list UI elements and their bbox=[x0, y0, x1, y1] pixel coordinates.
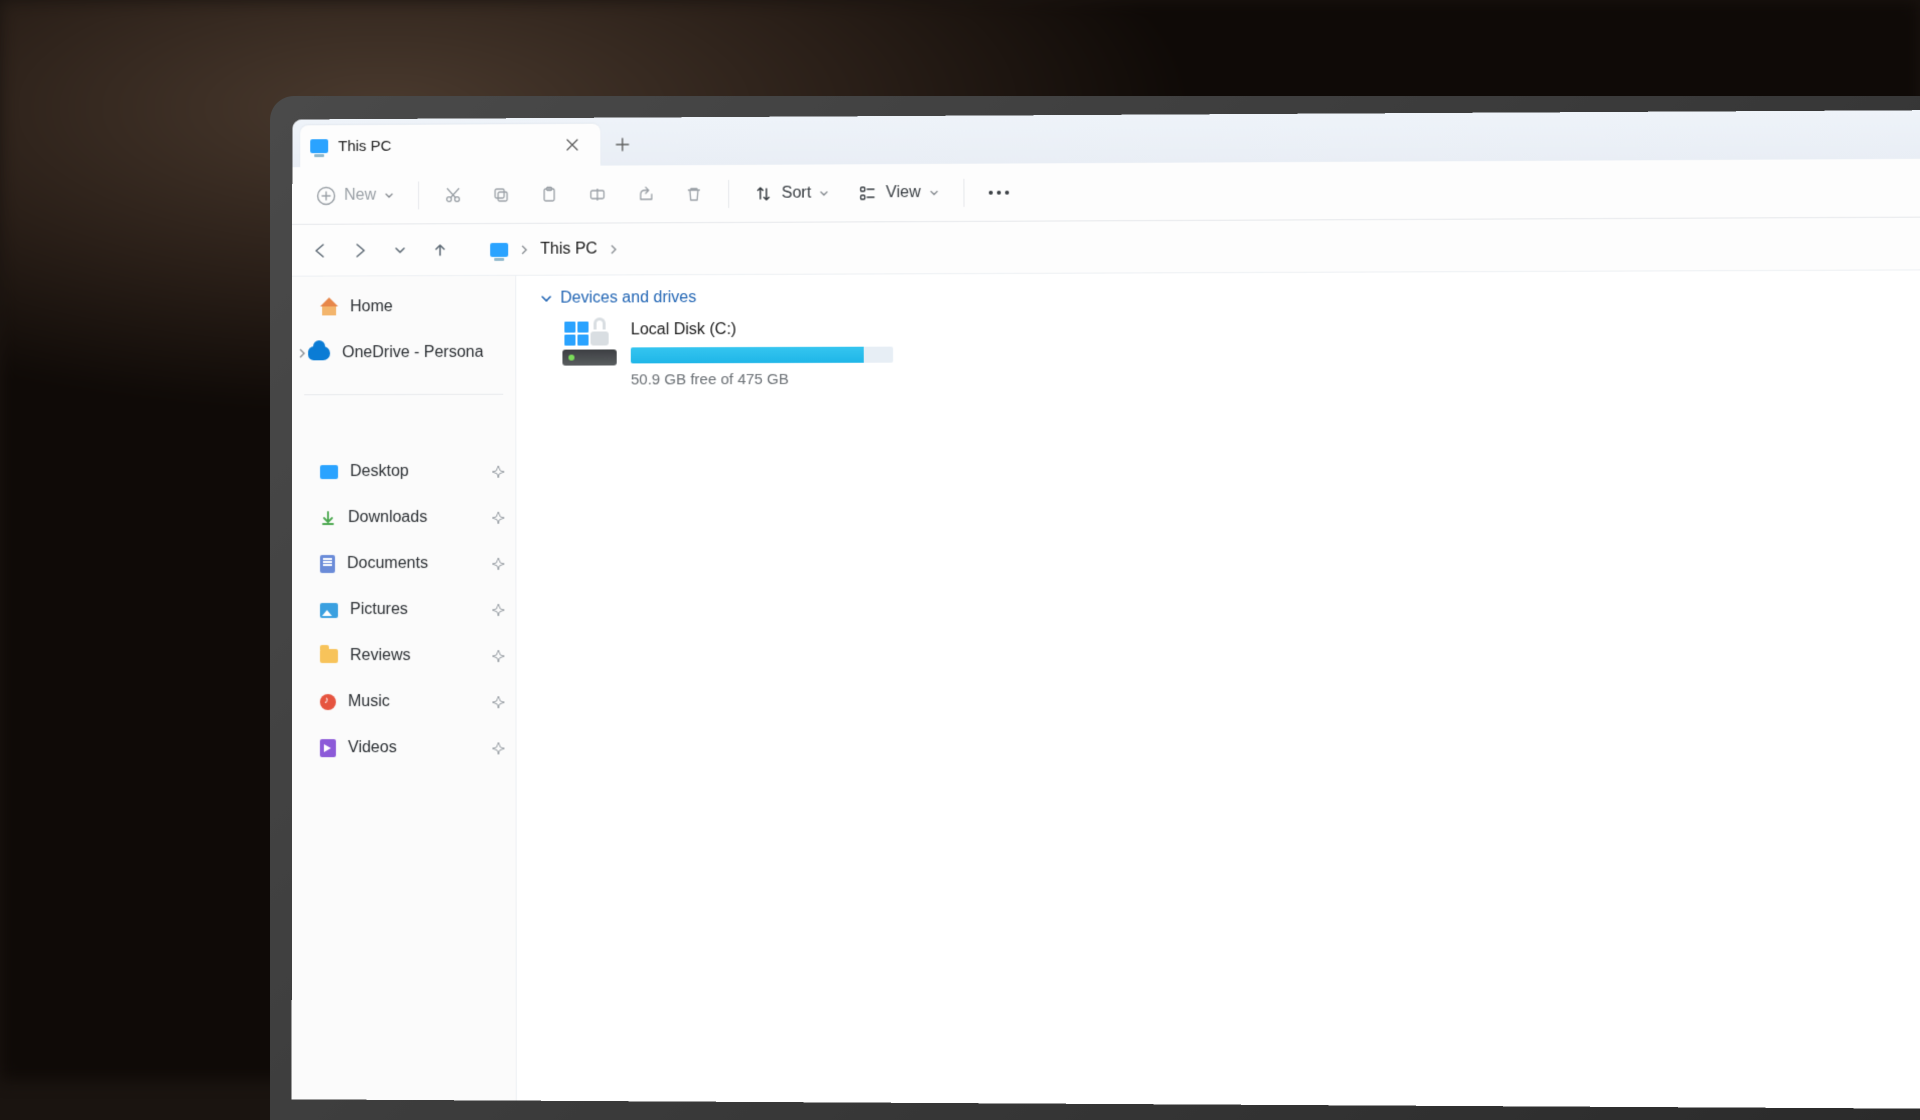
clipboard-icon bbox=[539, 184, 559, 204]
view-button[interactable]: View bbox=[847, 172, 949, 213]
tab-this-pc[interactable]: This PC bbox=[300, 124, 600, 167]
section-label: Devices and drives bbox=[560, 289, 696, 307]
content-pane[interactable]: Devices and drives Local Disk (C:) 50.9 … bbox=[516, 270, 1920, 1109]
sidebar-item-desktop[interactable]: Desktop bbox=[292, 449, 515, 495]
forward-button[interactable] bbox=[342, 232, 378, 268]
drive-name: Local Disk (C:) bbox=[631, 321, 893, 340]
folder-icon bbox=[320, 649, 338, 663]
pin-icon bbox=[491, 603, 505, 617]
breadcrumb-segment[interactable]: This PC bbox=[540, 240, 597, 258]
pc-icon bbox=[490, 242, 508, 256]
laptop-bezel: This PC New bbox=[270, 96, 1920, 1120]
paste-button[interactable] bbox=[529, 174, 569, 214]
sort-button[interactable]: Sort bbox=[743, 173, 839, 213]
sidebar-item-label: Home bbox=[350, 298, 393, 316]
recent-locations-button[interactable] bbox=[382, 232, 418, 268]
sidebar-item-label: Desktop bbox=[350, 463, 409, 481]
sidebar-item-documents[interactable]: Documents bbox=[292, 541, 515, 587]
back-button[interactable] bbox=[302, 232, 338, 268]
storage-bar-fill bbox=[631, 347, 864, 364]
cut-button[interactable] bbox=[433, 175, 473, 215]
rename-button[interactable] bbox=[577, 174, 617, 214]
home-icon bbox=[320, 299, 338, 315]
pc-icon bbox=[310, 139, 328, 153]
sidebar-item-label: Downloads bbox=[348, 509, 427, 527]
chevron-down-icon bbox=[540, 293, 552, 305]
toolbar: New bbox=[292, 159, 1920, 225]
tab-title: This PC bbox=[338, 136, 548, 154]
body: Home OneDrive - Persona Desktop bbox=[292, 270, 1920, 1109]
chevron-right-icon bbox=[520, 244, 528, 254]
pin-icon bbox=[491, 741, 505, 755]
sidebar-divider bbox=[304, 394, 503, 395]
sidebar-item-videos[interactable]: Videos bbox=[292, 725, 516, 771]
sidebar-item-label: OneDrive - Persona bbox=[342, 344, 483, 362]
sidebar-item-label: Music bbox=[348, 693, 390, 711]
separator bbox=[963, 178, 964, 206]
new-tab-button[interactable] bbox=[600, 123, 644, 165]
view-icon bbox=[858, 183, 878, 203]
video-icon bbox=[320, 739, 336, 757]
sidebar: Home OneDrive - Persona Desktop bbox=[292, 276, 517, 1101]
share-button[interactable] bbox=[626, 174, 666, 214]
share-icon bbox=[636, 184, 656, 204]
cloud-icon bbox=[308, 346, 330, 360]
sidebar-item-label: Videos bbox=[348, 739, 397, 757]
sidebar-item-label: Pictures bbox=[350, 601, 408, 619]
download-icon bbox=[320, 510, 336, 526]
section-header-devices[interactable]: Devices and drives bbox=[540, 280, 1920, 317]
new-button[interactable]: New bbox=[306, 175, 404, 215]
pictures-icon bbox=[320, 602, 338, 617]
separator bbox=[418, 181, 419, 209]
address-bar[interactable]: This PC bbox=[480, 224, 1920, 268]
drive-item-c[interactable]: Local Disk (C:) 50.9 GB free of 475 GB bbox=[540, 313, 1920, 389]
screen: This PC New bbox=[292, 110, 1920, 1109]
desktop-icon bbox=[320, 465, 338, 479]
sidebar-item-onedrive[interactable]: OneDrive - Persona bbox=[292, 330, 515, 377]
sidebar-item-home[interactable]: Home bbox=[292, 284, 515, 331]
plus-circle-icon bbox=[316, 185, 336, 205]
chevron-down-icon bbox=[929, 187, 939, 197]
delete-button[interactable] bbox=[674, 174, 714, 214]
tab-bar: This PC bbox=[292, 110, 1920, 167]
chevron-down-icon bbox=[384, 190, 394, 200]
pin-icon bbox=[491, 465, 505, 479]
sidebar-item-downloads[interactable]: Downloads bbox=[292, 495, 515, 541]
sidebar-item-music[interactable]: Music bbox=[292, 679, 516, 725]
new-label: New bbox=[344, 186, 376, 204]
document-icon bbox=[320, 555, 335, 573]
pin-icon bbox=[491, 649, 505, 663]
rename-icon bbox=[587, 184, 607, 204]
chevron-down-icon bbox=[819, 188, 829, 198]
copy-button[interactable] bbox=[481, 175, 521, 215]
sidebar-item-pictures[interactable]: Pictures bbox=[292, 587, 515, 633]
separator bbox=[728, 179, 729, 207]
storage-bar bbox=[631, 347, 893, 364]
chevron-right-icon[interactable] bbox=[298, 348, 306, 358]
sidebar-item-reviews[interactable]: Reviews bbox=[292, 633, 516, 679]
sidebar-item-label: Documents bbox=[347, 555, 428, 573]
copy-icon bbox=[491, 185, 511, 205]
pin-icon bbox=[491, 695, 505, 709]
pin-icon bbox=[491, 557, 505, 571]
music-icon bbox=[320, 694, 336, 710]
scissors-icon bbox=[443, 185, 463, 205]
chevron-right-icon bbox=[609, 244, 617, 254]
pin-icon bbox=[491, 511, 505, 525]
drive-icon bbox=[562, 321, 616, 367]
drive-info: Local Disk (C:) 50.9 GB free of 475 GB bbox=[631, 321, 893, 389]
up-button[interactable] bbox=[422, 232, 458, 268]
close-tab-button[interactable] bbox=[558, 131, 586, 159]
nav-row: This PC bbox=[292, 217, 1920, 276]
sidebar-item-label: Reviews bbox=[350, 647, 411, 665]
more-button[interactable] bbox=[978, 172, 1019, 212]
drive-free-text: 50.9 GB free of 475 GB bbox=[631, 371, 893, 389]
ellipsis-icon bbox=[989, 190, 1009, 194]
sort-icon bbox=[753, 183, 773, 203]
sort-label: Sort bbox=[782, 184, 812, 202]
view-label: View bbox=[886, 184, 921, 202]
trash-icon bbox=[684, 184, 704, 204]
